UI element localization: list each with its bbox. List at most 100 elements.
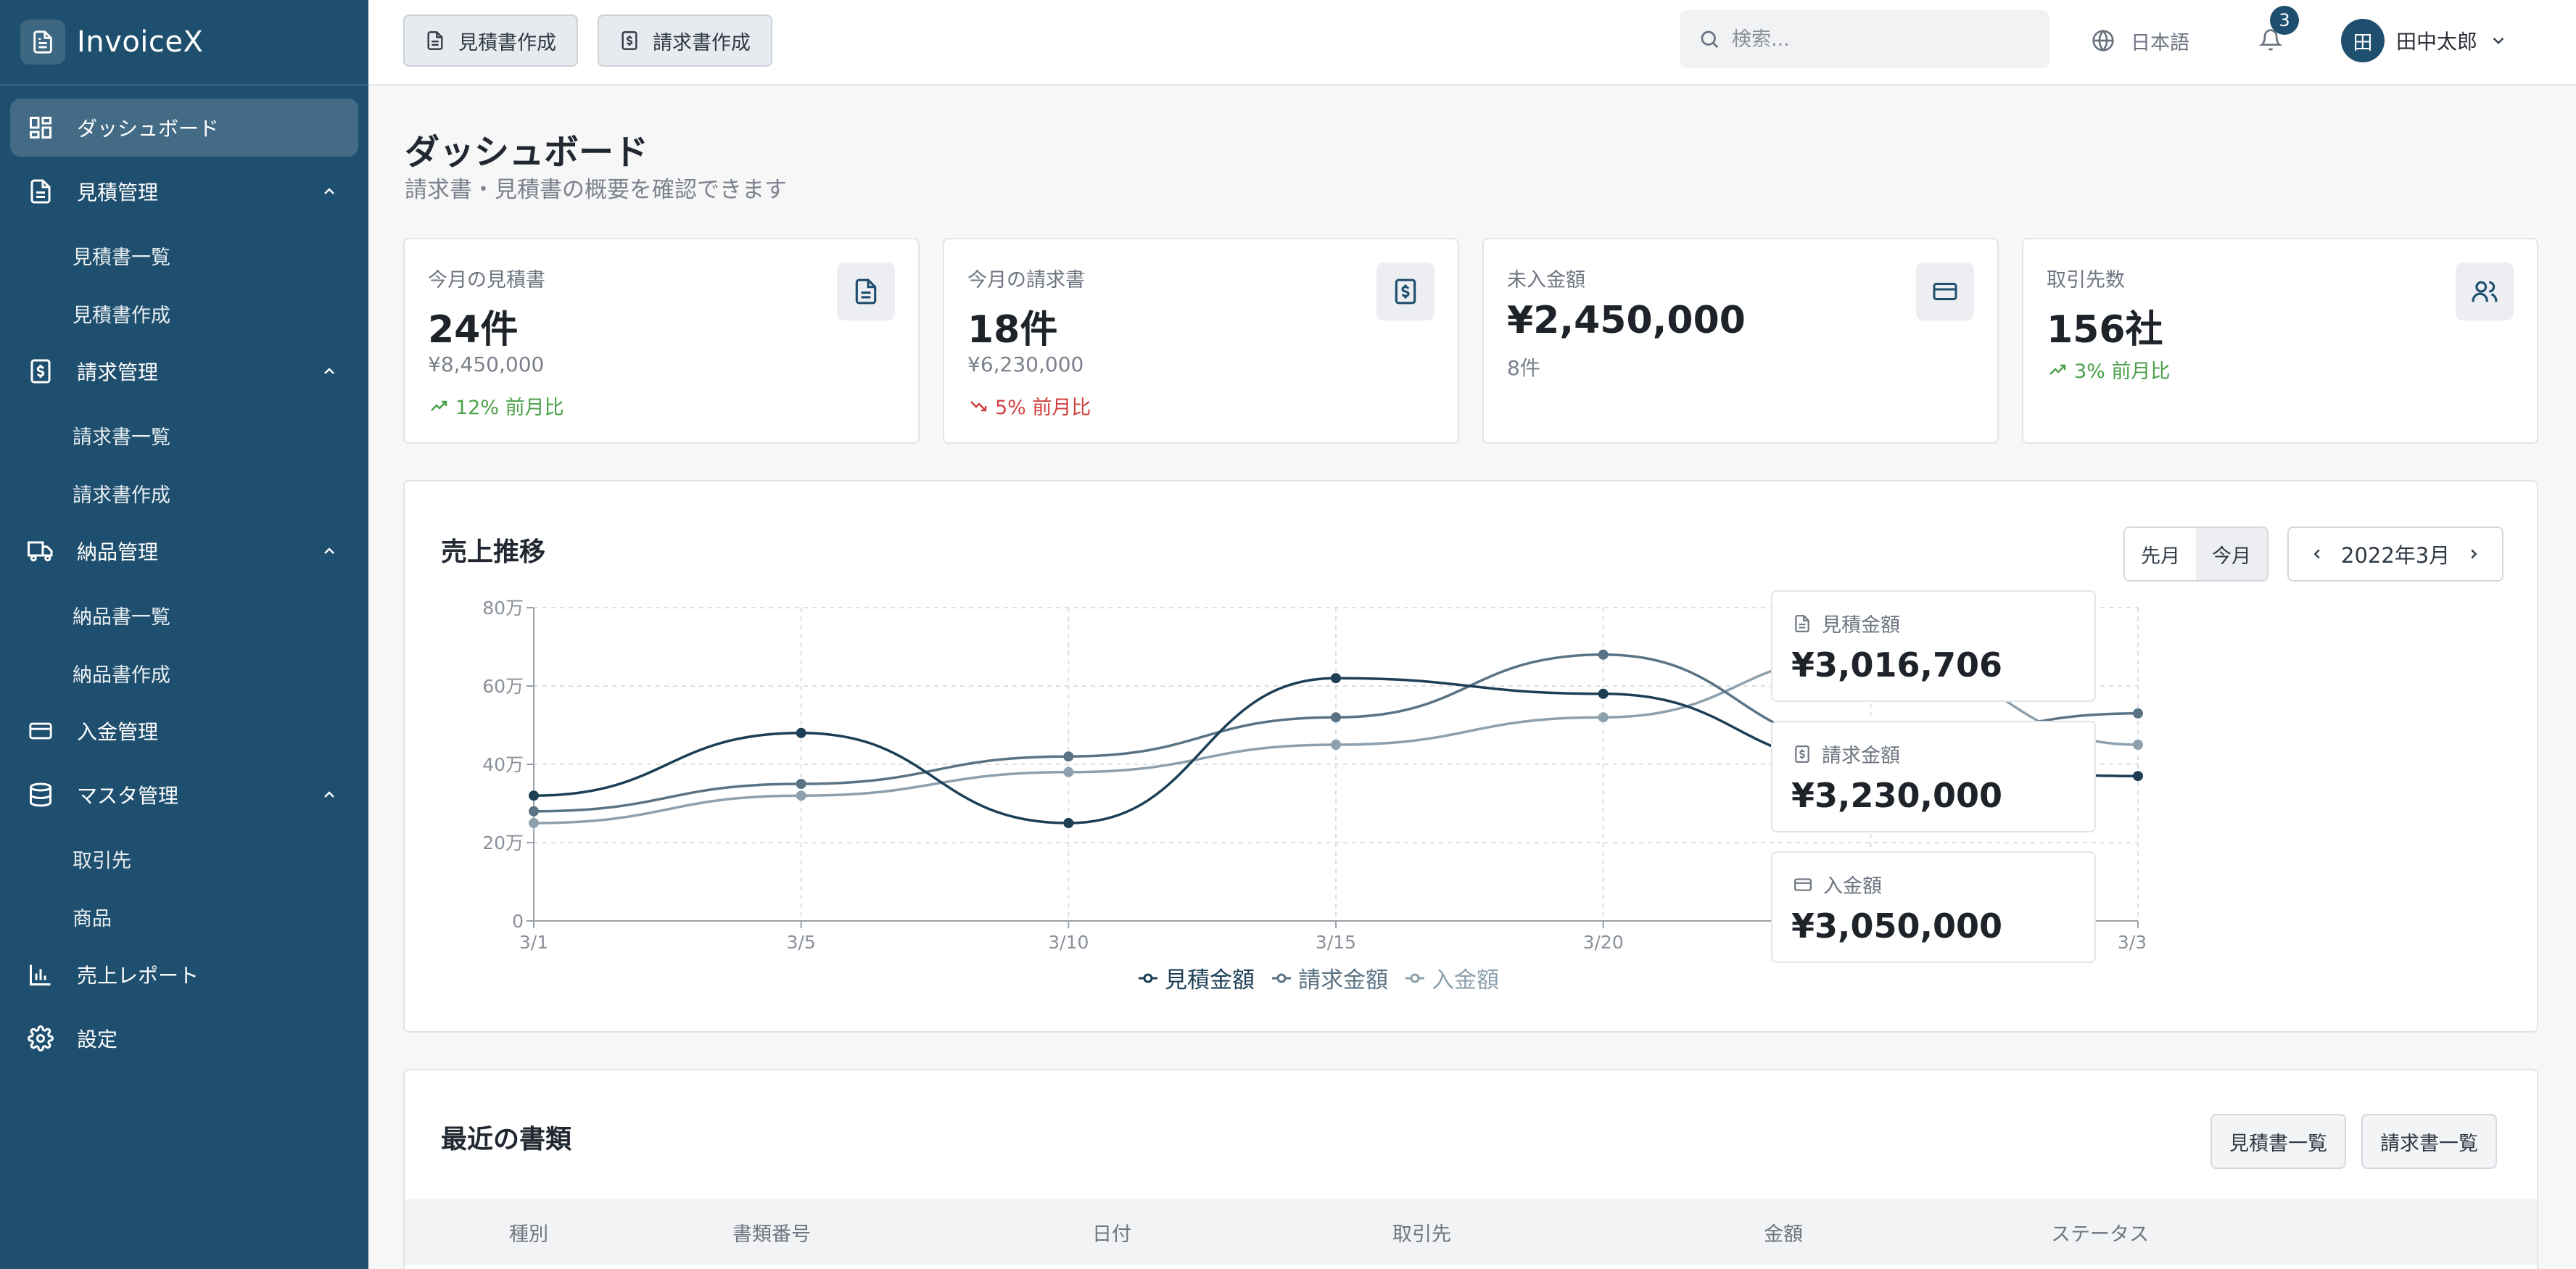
x-tick-label: 3/20 bbox=[1583, 932, 1624, 953]
sidebar-item-label: 設定 bbox=[77, 1028, 118, 1051]
chevron-right-icon[interactable] bbox=[2466, 545, 2482, 563]
chevron-up-icon[interactable] bbox=[321, 542, 338, 560]
stat-label: 未入金額 bbox=[1507, 269, 1585, 292]
document-icon bbox=[425, 30, 445, 51]
legend-item-quotes[interactable]: 見積金額 bbox=[1137, 962, 1255, 994]
brand[interactable]: InvoiceX bbox=[0, 0, 368, 86]
sidebar-item-label: 請求管理 bbox=[77, 360, 159, 384]
stat-trend: 3% 前月比 bbox=[2047, 355, 2170, 384]
language-selector[interactable]: 日本語 bbox=[2092, 22, 2189, 59]
trend-up-icon bbox=[2047, 361, 2068, 379]
total-invoices-card: 請求金額 ¥3,230,000 bbox=[1771, 721, 2096, 832]
column-header[interactable]: 日付 bbox=[1092, 1218, 1131, 1247]
language-label: 日本語 bbox=[2131, 31, 2189, 54]
column-header[interactable]: 取引先 bbox=[1392, 1218, 1451, 1247]
sidebar-nav: ダッシュボード 見積管理 見積書一覧 見積書作成 請求管理 請求書一覧 請求書作… bbox=[0, 86, 368, 1067]
x-tick-label: 3/1 bbox=[519, 932, 548, 953]
sidebar-subitem-clients[interactable]: 取引先 bbox=[10, 830, 358, 888]
sidebar-item-deliveries[interactable]: 納品管理 bbox=[10, 522, 358, 580]
sidebar-item-sales-report[interactable]: 売上レポート bbox=[10, 946, 358, 1004]
sidebar-subitem-products[interactable]: 商品 bbox=[10, 888, 358, 946]
truck-icon bbox=[26, 537, 55, 566]
sidebar-item-label: ダッシュボード bbox=[77, 117, 220, 141]
chevron-up-icon[interactable] bbox=[321, 786, 338, 803]
create-invoice-button[interactable]: 請求書作成 bbox=[598, 15, 772, 67]
legend-item-invoices[interactable]: 請求金額 bbox=[1271, 962, 1388, 994]
gear-icon bbox=[26, 1024, 55, 1053]
stat-trend: 12% 前月比 bbox=[428, 392, 564, 420]
create-quote-button[interactable]: 見積書作成 bbox=[403, 15, 578, 67]
sidebar-item-label: 見積管理 bbox=[77, 181, 159, 204]
user-name: 田中太郎 bbox=[2396, 30, 2478, 54]
x-tick-label: 3/5 bbox=[787, 932, 816, 953]
avatar: 田 bbox=[2341, 19, 2385, 62]
sidebar-subitem-delivery-list[interactable]: 納品書一覧 bbox=[10, 586, 358, 644]
total-quotes-card: 見積金額 ¥3,016,706 bbox=[1771, 590, 2096, 702]
stat-trend: 5% 前月比 bbox=[967, 392, 1091, 420]
stat-sub: 8件 bbox=[1507, 356, 1540, 380]
mini-label-text: 入金額 bbox=[1823, 875, 1882, 898]
search-input[interactable] bbox=[1732, 28, 2036, 51]
sidebar-item-invoices[interactable]: 請求管理 bbox=[10, 342, 358, 400]
data-point bbox=[529, 818, 539, 828]
globe-icon bbox=[2092, 29, 2115, 52]
x-tick-label: 3/10 bbox=[1048, 932, 1089, 953]
chevron-up-icon[interactable] bbox=[321, 183, 338, 200]
stat-value: 18件 bbox=[967, 308, 1058, 352]
user-menu[interactable]: 田 田中太郎 bbox=[2341, 17, 2508, 64]
legend-line-icon bbox=[1405, 973, 1424, 983]
sidebar-subitem-invoice-create[interactable]: 請求書作成 bbox=[10, 464, 358, 522]
sidebar-item-label: 入金管理 bbox=[77, 720, 159, 744]
y-tick-label: 60万 bbox=[482, 676, 524, 697]
search-box[interactable] bbox=[1680, 10, 2049, 68]
sidebar-subitem-quote-create[interactable]: 見積書作成 bbox=[10, 284, 358, 342]
sidebar-item-quotes[interactable]: 見積管理 bbox=[10, 162, 358, 220]
data-point bbox=[1331, 673, 1341, 684]
invoice-icon bbox=[619, 30, 640, 51]
legend-label: 請求金額 bbox=[1298, 967, 1388, 993]
chart-legend: 見積金額 請求金額 入金額 bbox=[1137, 962, 1499, 994]
prev-month-tab[interactable]: 先月 bbox=[2125, 528, 2196, 580]
chevron-left-icon[interactable] bbox=[2309, 545, 2325, 563]
sidebar-item-master[interactable]: マスタ管理 bbox=[10, 766, 358, 824]
sidebar-subitem-invoice-list[interactable]: 請求書一覧 bbox=[10, 406, 358, 464]
data-point bbox=[1331, 712, 1341, 723]
invoice-icon bbox=[26, 357, 55, 386]
sidebar-subitem-quote-list[interactable]: 見積書一覧 bbox=[10, 226, 358, 284]
column-header[interactable]: 種別 bbox=[509, 1218, 548, 1247]
stat-sub: ¥8,450,000 bbox=[428, 352, 545, 376]
quote-list-button[interactable]: 見積書一覧 bbox=[2210, 1114, 2346, 1169]
chevron-up-icon[interactable] bbox=[321, 363, 338, 380]
trend-up-icon bbox=[428, 397, 450, 415]
stat-trend-label: 5% 前月比 bbox=[995, 397, 1091, 419]
document-icon bbox=[26, 177, 55, 206]
current-month-label: 2022年3月 bbox=[2341, 543, 2451, 568]
x-tick-label: 3/31 bbox=[2118, 932, 2145, 953]
current-month-tab[interactable]: 今月 bbox=[2196, 528, 2267, 580]
sidebar-item-payments[interactable]: 入金管理 bbox=[10, 702, 358, 760]
stat-label: 今月の請求書 bbox=[967, 269, 1085, 292]
column-header[interactable]: 金額 bbox=[1764, 1218, 1803, 1247]
stat-card-clients: 取引先数 156社 3% 前月比 bbox=[2022, 238, 2538, 444]
stat-label: 取引先数 bbox=[2047, 269, 2125, 292]
invoice-list-button[interactable]: 請求書一覧 bbox=[2361, 1114, 2497, 1169]
data-point bbox=[1063, 751, 1074, 762]
bar-chart-icon bbox=[26, 960, 55, 989]
column-header[interactable]: 書類番号 bbox=[732, 1218, 811, 1247]
sidebar-item-settings[interactable]: 設定 bbox=[10, 1009, 358, 1067]
mini-label: 見積金額 bbox=[1793, 609, 1900, 637]
column-header[interactable]: ステータス bbox=[2051, 1218, 2149, 1247]
stat-value: 24件 bbox=[428, 308, 519, 352]
stat-card-quotes: 今月の見積書 24件 ¥8,450,000 12% 前月比 bbox=[403, 238, 920, 444]
legend-item-payments[interactable]: 入金額 bbox=[1404, 962, 1499, 994]
legend-label: 見積金額 bbox=[1165, 967, 1255, 993]
search-icon bbox=[1698, 28, 1720, 50]
sidebar-item-dashboard[interactable]: ダッシュボード bbox=[10, 99, 358, 157]
stat-value: 156社 bbox=[2047, 308, 2163, 352]
create-quote-label: 見積書作成 bbox=[458, 31, 556, 54]
mini-label: 入金額 bbox=[1793, 870, 1882, 898]
trend-down-icon bbox=[967, 397, 989, 415]
credit-card-icon bbox=[1793, 875, 1813, 894]
sidebar-subitem-delivery-create[interactable]: 納品書作成 bbox=[10, 644, 358, 702]
stat-card-unpaid: 未入金額 ¥2,450,000 8件 bbox=[1482, 238, 1999, 444]
